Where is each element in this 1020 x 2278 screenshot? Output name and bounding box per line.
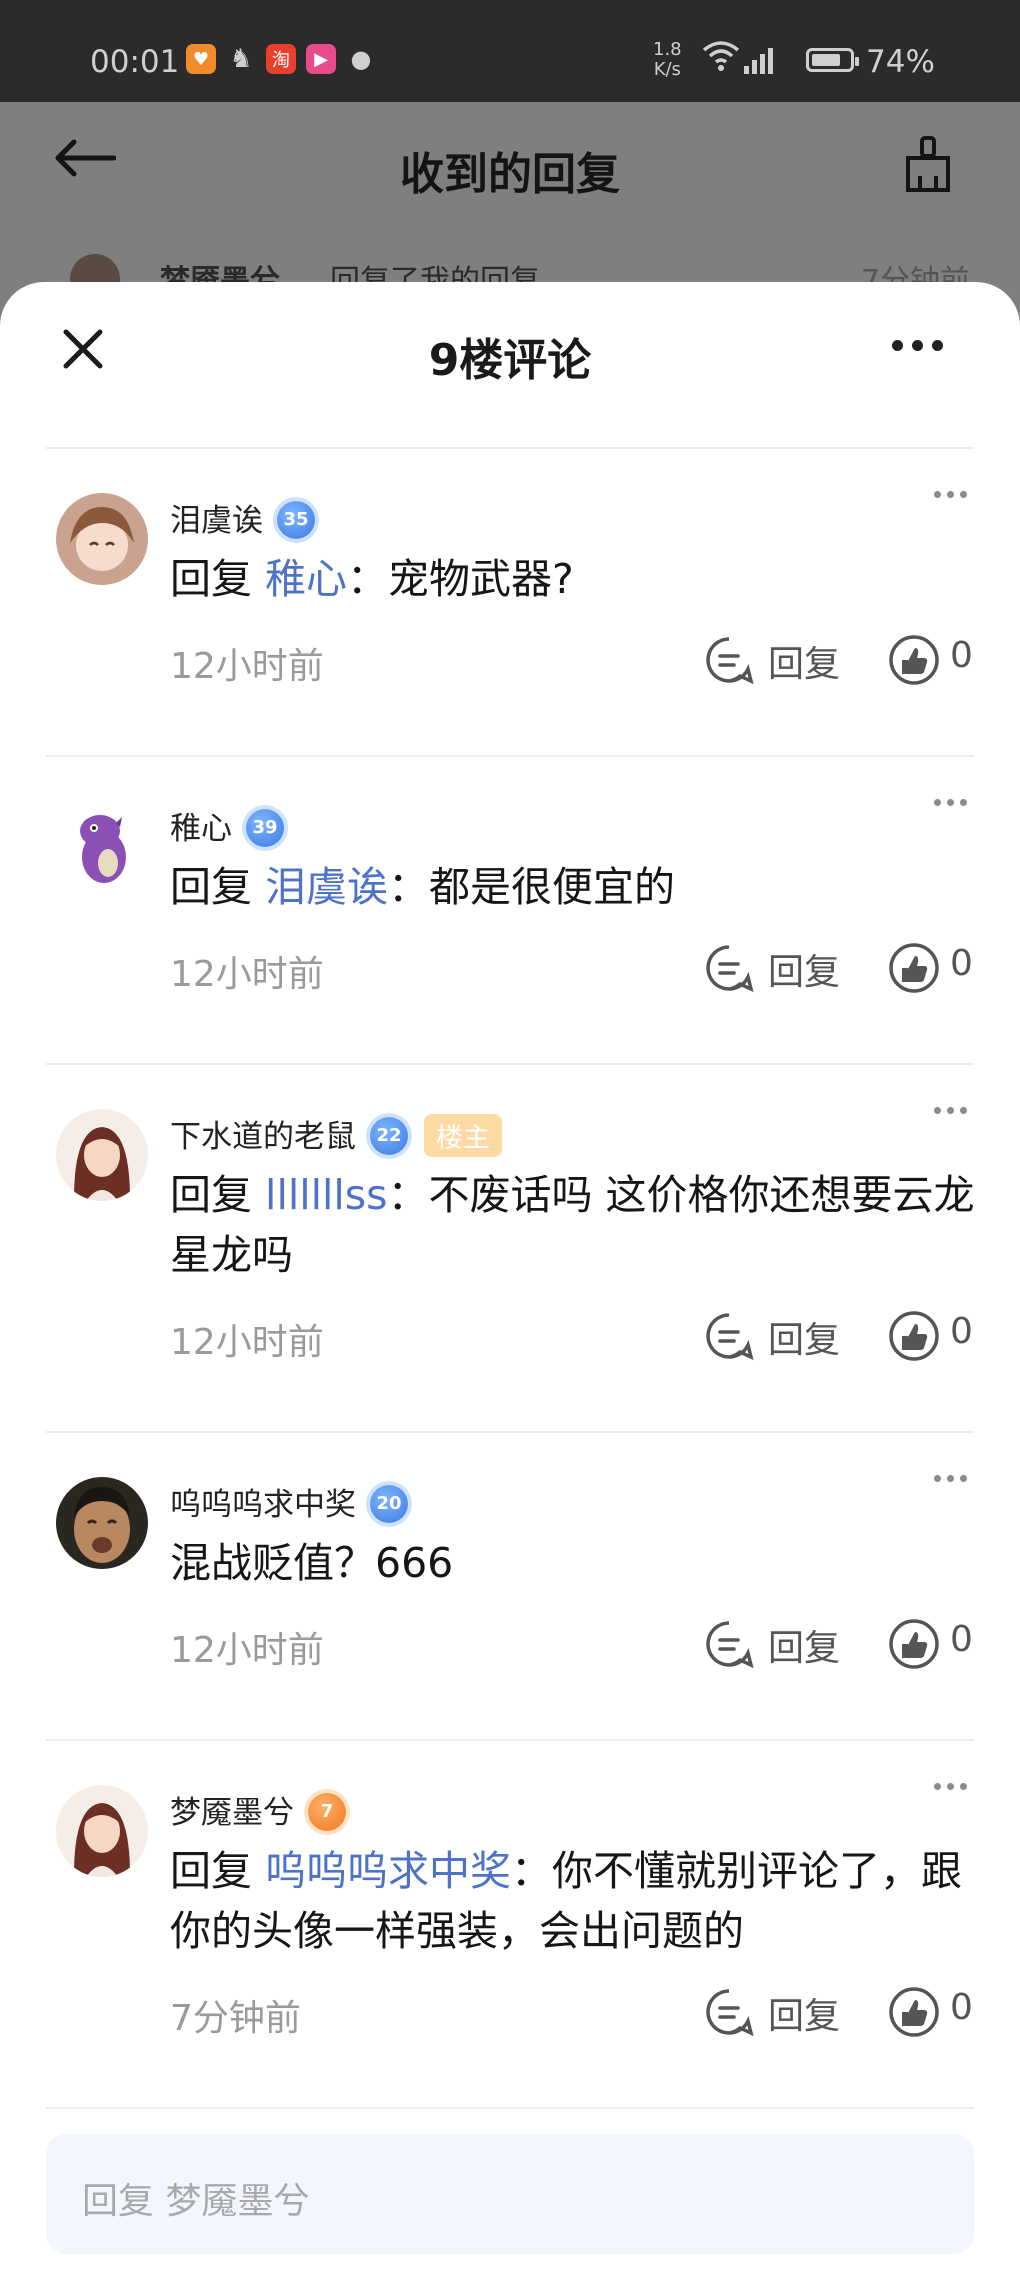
- level-badge: 35: [277, 500, 315, 539]
- avatar[interactable]: [56, 493, 148, 585]
- sheet-title: 9楼评论: [428, 335, 592, 386]
- comment-content: ：都是很便宜的: [388, 863, 676, 911]
- comment-more-icon[interactable]: [934, 1107, 967, 1114]
- user-name-text[interactable]: 稚心: [170, 811, 232, 847]
- reply-icon[interactable]: [704, 943, 754, 993]
- thumbs-up-icon[interactable]: [888, 634, 940, 686]
- like-count: 0: [950, 1311, 973, 1352]
- battery-icon: [806, 48, 859, 72]
- comment-time: 12小时前: [170, 1630, 324, 1671]
- reply-button[interactable]: 回复: [768, 943, 840, 995]
- browser-app-icon: ♥: [186, 44, 216, 74]
- avatar[interactable]: [56, 801, 148, 893]
- user-name-text[interactable]: 梦魇墨兮: [170, 1795, 294, 1831]
- wifi-icon: [702, 40, 740, 80]
- taobao-icon: 淘: [266, 44, 296, 74]
- avatar[interactable]: [56, 1477, 148, 1569]
- reply-prefix: 回复: [170, 555, 252, 603]
- comment-more-icon[interactable]: [934, 799, 967, 806]
- mention-link[interactable]: 稚心: [265, 555, 347, 603]
- level-badge: 22: [370, 1116, 408, 1155]
- comment-sheet: 9楼评论 泪虞诶35 回复 稚心：宠物武器? 12小时前 回复 0 稚心39: [0, 282, 1020, 2278]
- reply-icon[interactable]: [704, 1987, 754, 2037]
- mention-link[interactable]: 泪虞诶: [265, 863, 388, 911]
- avatar[interactable]: [56, 1109, 148, 1201]
- level-badge: 7: [308, 1792, 346, 1831]
- reply-icon[interactable]: [704, 1311, 754, 1361]
- comment-more-icon[interactable]: [934, 1475, 967, 1482]
- avatar[interactable]: [56, 1785, 148, 1877]
- reply-icon[interactable]: [704, 1619, 754, 1669]
- page-title: 收到的回复: [400, 149, 620, 200]
- mention-link[interactable]: lllllllss: [265, 1171, 387, 1219]
- like-count: 0: [950, 943, 973, 984]
- thumbs-up-icon[interactable]: [888, 1986, 940, 2038]
- level-badge: 20: [370, 1484, 408, 1523]
- qq-icon: ♞: [229, 44, 253, 74]
- level-badge: 39: [246, 808, 284, 847]
- reply-prefix: 回复: [170, 1171, 252, 1219]
- comment-text: 回复 呜呜呜求中奖：你不懂就别评论了，跟你的头像一样强装，会出问题的: [170, 1841, 980, 1961]
- comment-text: 回复 稚心：宠物武器?: [170, 549, 980, 609]
- comment-time: 7分钟前: [170, 1998, 301, 2039]
- thread-owner-badge: 楼主: [424, 1114, 502, 1157]
- reply-button[interactable]: 回复: [768, 1619, 840, 1671]
- divider: [46, 2107, 974, 2109]
- comment-content: 混战贬值？666: [170, 1539, 454, 1587]
- comment-time: 12小时前: [170, 646, 324, 687]
- more-options-icon[interactable]: [892, 340, 943, 351]
- video-app-icon: ▶: [306, 44, 336, 74]
- comment-user-name[interactable]: 泪虞诶 35: [170, 495, 315, 542]
- thumbs-up-icon[interactable]: [888, 942, 940, 994]
- user-name-text[interactable]: 呜呜呜求中奖: [170, 1487, 356, 1523]
- comment-user-name[interactable]: 下水道的老鼠 22 楼主: [170, 1111, 502, 1160]
- comment-text: 回复 lllllllss：不废话吗 这价格你还想要云龙星龙吗: [170, 1165, 980, 1285]
- mention-link[interactable]: 呜呜呜求中奖: [265, 1847, 511, 1895]
- user-name-text[interactable]: 泪虞诶: [170, 503, 263, 539]
- comment-user-name[interactable]: 梦魇墨兮 7: [170, 1787, 346, 1834]
- comment-text: 回复 泪虞诶：都是很便宜的: [170, 857, 980, 917]
- comment-item[interactable]: 下水道的老鼠 22 楼主 回复 lllllllss：不废话吗 这价格你还想要云龙星龙…: [0, 1065, 1020, 1431]
- comment-more-icon[interactable]: [934, 1783, 967, 1790]
- reply-prefix: 回复: [170, 1847, 252, 1895]
- signal-icon: [744, 46, 773, 74]
- net-speed-value: 1.8: [653, 39, 682, 60]
- battery-percent: 74%: [866, 44, 935, 80]
- clear-broom-icon[interactable]: [902, 136, 954, 192]
- wechat-icon: ●: [350, 45, 372, 73]
- status-bar: 00:01 ♥ ♞ 淘 ▶ ● 1.8 K/s 74%: [0, 0, 1020, 102]
- like-count: 0: [950, 1987, 973, 2028]
- comment-time: 12小时前: [170, 954, 324, 995]
- reply-button[interactable]: 回复: [768, 635, 840, 687]
- comment-item[interactable]: 梦魇墨兮 7 回复 呜呜呜求中奖：你不懂就别评论了，跟你的头像一样强装，会出问题的…: [0, 1741, 1020, 2107]
- comment-item[interactable]: 呜呜呜求中奖 20 混战贬值？666 12小时前 回复 0: [0, 1433, 1020, 1739]
- comment-item[interactable]: 泪虞诶 35 回复 稚心：宠物武器? 12小时前 回复 0: [0, 449, 1020, 755]
- comment-user-name[interactable]: 呜呜呜求中奖 20: [170, 1479, 408, 1526]
- comment-more-icon[interactable]: [934, 491, 967, 498]
- notification-icons: ♥ ♞ 淘 ▶ ●: [186, 44, 376, 74]
- reply-input[interactable]: 回复 梦魇墨兮: [46, 2134, 974, 2254]
- like-count: 0: [950, 635, 973, 676]
- user-name-text[interactable]: 下水道的老鼠: [170, 1119, 356, 1155]
- thumbs-up-icon[interactable]: [888, 1310, 940, 1362]
- reply-input-placeholder: 回复 梦魇墨兮: [82, 2181, 310, 2222]
- comment-content: ：宠物武器?: [347, 555, 574, 603]
- thumbs-up-icon[interactable]: [888, 1618, 940, 1670]
- reply-icon[interactable]: [704, 635, 754, 685]
- reply-button[interactable]: 回复: [768, 1987, 840, 2039]
- net-speed: 1.8 K/s: [653, 40, 682, 80]
- comment-item[interactable]: 稚心 39 回复 泪虞诶：都是很便宜的 12小时前 回复 0: [0, 757, 1020, 1063]
- like-count: 0: [950, 1619, 973, 1660]
- comment-text: 混战贬值？666: [170, 1533, 980, 1593]
- reply-prefix: 回复: [170, 863, 252, 911]
- reply-button[interactable]: 回复: [768, 1311, 840, 1363]
- status-time: 00:01: [90, 44, 180, 80]
- comment-user-name[interactable]: 稚心 39: [170, 803, 284, 850]
- net-speed-unit: K/s: [653, 59, 681, 80]
- comment-time: 12小时前: [170, 1322, 324, 1363]
